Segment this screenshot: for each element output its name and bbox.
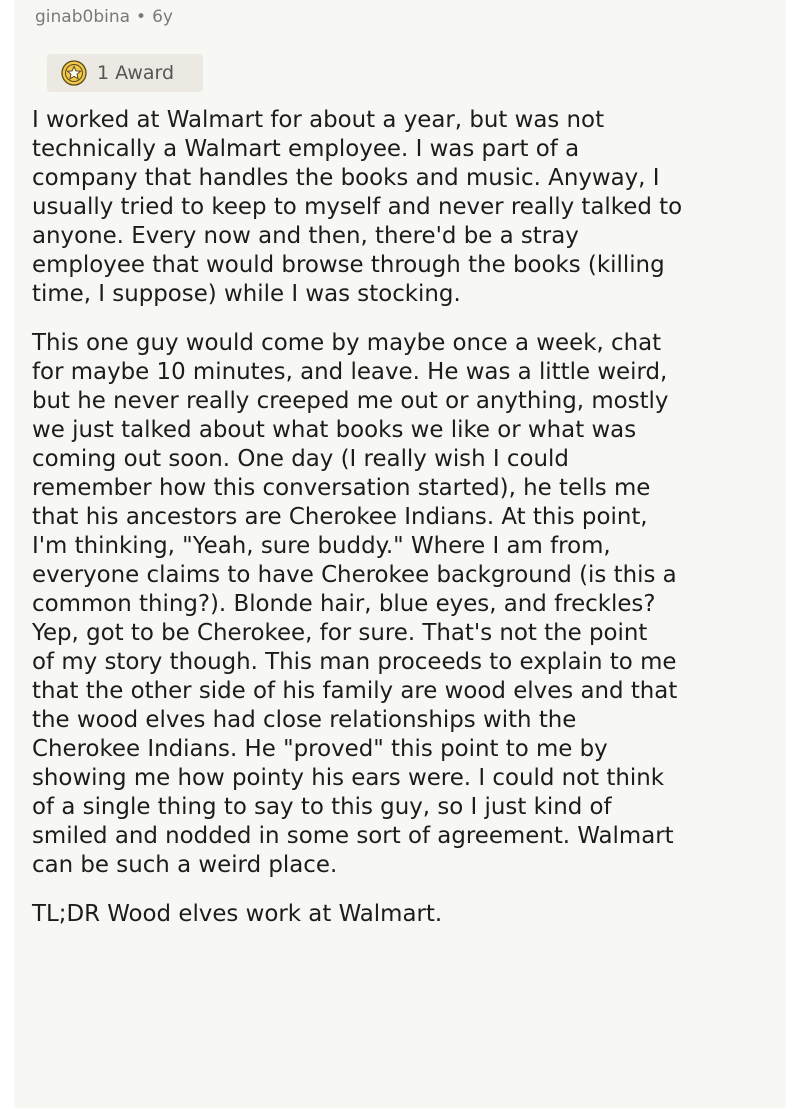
text-line: usually tried to keep to myself and neve… [32, 194, 683, 220]
text-line: of a single thing to say to this guy, so… [32, 794, 612, 820]
text-line: we just talked about what books we like … [32, 417, 637, 443]
text-line: common thing?). Blonde hair, blue eyes, … [32, 591, 656, 617]
text-line: for maybe 10 minutes, and leave. He was … [32, 359, 668, 385]
text-line: remember how this conversation started),… [32, 475, 651, 501]
text-line: that his ancestors are Cherokee Indians.… [32, 504, 648, 530]
paragraph: I worked at Walmart for about a year, bu… [32, 106, 780, 309]
text-line: TL;DR Wood elves work at Walmart. [32, 901, 443, 927]
meta-separator: • [136, 7, 147, 27]
text-line: This one guy would come by maybe once a … [32, 330, 662, 356]
comment-card: ginab0bina • 6y 1 Award I worked at Walmar… [14, 0, 786, 1108]
comment-meta: ginab0bina • 6y [35, 5, 173, 29]
text-line: anyone. Every now and then, there'd be a… [32, 223, 579, 249]
comment-age[interactable]: 6y [152, 7, 173, 27]
text-line: Yep, got to be Cherokee, for sure. That'… [32, 620, 648, 646]
text-line: company that handles the books and music… [32, 165, 660, 191]
award-count: 1 Award [97, 62, 175, 84]
text-line: time, I suppose) while I was stocking. [32, 281, 461, 307]
text-line: employee that would browse through the b… [32, 252, 665, 278]
comment-body: I worked at Walmart for about a year, bu… [32, 106, 780, 949]
text-line: everyone claims to have Cherokee backgro… [32, 562, 677, 588]
text-line: smiled and nodded in some sort of agreem… [32, 823, 674, 849]
text-line: coming out soon. One day (I really wish … [32, 446, 569, 472]
text-line: the wood elves had close relationships w… [32, 707, 577, 733]
award-badge[interactable]: 1 Award [47, 54, 203, 92]
username[interactable]: ginab0bina [35, 7, 130, 27]
paragraph: TL;DR Wood elves work at Walmart. [32, 900, 780, 929]
award-icon [61, 60, 87, 86]
text-line: but he never really creeped me out or an… [32, 388, 669, 414]
text-line: I'm thinking, "Yeah, sure buddy." Where … [32, 533, 611, 559]
text-line: can be such a weird place. [32, 852, 338, 878]
text-line: that the other side of his family are wo… [32, 678, 678, 704]
text-line: of my story though. This man proceeds to… [32, 649, 677, 675]
paragraph: This one guy would come by maybe once a … [32, 329, 780, 880]
text-line: Cherokee Indians. He "proved" this point… [32, 736, 608, 762]
text-line: I worked at Walmart for about a year, bu… [32, 107, 605, 133]
text-line: technically a Walmart employee. I was pa… [32, 136, 580, 162]
text-line: showing me how pointy his ears were. I c… [32, 765, 665, 791]
